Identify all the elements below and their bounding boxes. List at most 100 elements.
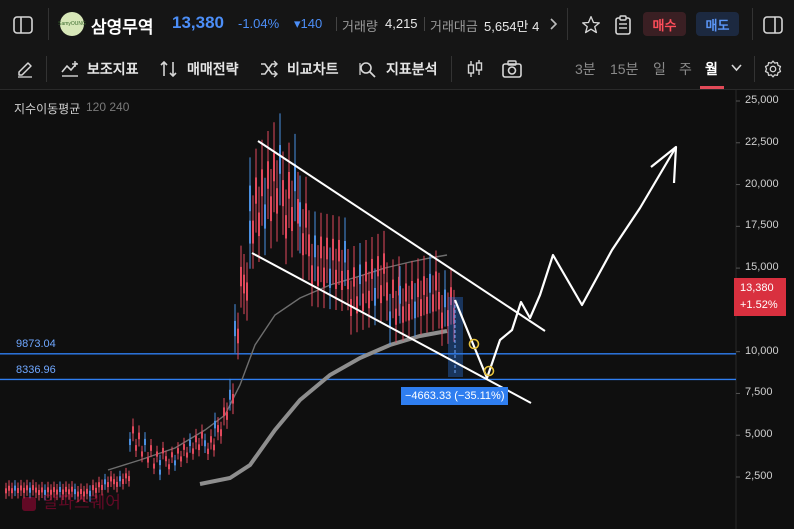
compare-icon[interactable] [257,57,281,81]
candle-body [297,198,299,224]
period-week[interactable]: 주 [679,59,692,79]
candle-body [329,268,331,288]
buy-button[interactable]: 매수 [643,12,686,36]
upper-trendline [257,140,546,332]
indicator-icon[interactable] [58,57,82,81]
analysis-button[interactable]: 지표분석 [386,59,438,79]
header-divider [48,8,49,40]
toolbar-divider [46,56,47,82]
candle-body [335,269,337,289]
candle-body [186,452,188,458]
candle-body [198,444,200,451]
period-3min[interactable]: 3분 [575,59,596,79]
amount-value: 5,654만 4 [484,19,540,34]
sidebar-toggle-icon[interactable] [10,12,36,38]
stock-name[interactable]: 삼영무역 [91,13,154,38]
candle-body [237,328,239,344]
price-axis-tick-label: 25,000 [745,94,779,106]
candle-body [183,444,185,450]
candle-body [252,220,254,244]
candle-body [314,235,316,258]
candle-body [165,456,167,462]
period-15min[interactable]: 15분 [610,59,638,79]
candle-body [207,448,209,455]
candle-body [380,285,382,304]
candle-body [162,447,164,454]
candle-body [189,440,191,447]
indicator-title[interactable]: 지수이동평균 [14,100,80,117]
candle-body [302,233,304,256]
star-icon[interactable] [578,12,604,38]
candle-body [405,283,407,302]
candle-body [249,185,251,212]
candle-body [214,420,216,429]
candle-body [255,177,257,204]
price-axis-tick-label: 7,500 [745,386,773,399]
watermark-text: 알파스퀘어 [42,493,121,512]
candle-body [128,476,130,482]
candle-body [98,482,100,488]
candle-body [444,289,446,308]
ema-120-line [107,254,448,471]
candle-body [273,153,275,182]
change-amount: ▾140 [294,16,323,31]
candle-body [156,451,158,457]
candle-body [110,476,112,482]
candle-body [144,438,146,446]
candle-body [423,276,425,295]
price-chart[interactable] [0,90,794,529]
candle-body [223,407,225,416]
candle-body [299,202,301,227]
hline-label-lower: 8336.96 [16,364,56,376]
period-month[interactable]: 월 [705,59,718,79]
candlestick-icon[interactable] [463,57,487,81]
candle-body [368,290,370,309]
chevron-down-icon[interactable] [727,59,745,77]
watermark-logo-icon [22,496,36,511]
candle-body [341,270,343,290]
candle-body [243,274,245,294]
chevron-right-icon[interactable] [546,14,562,34]
current-price-tag-pct: +1.52% [740,299,778,311]
settings-gear-icon[interactable] [760,57,786,81]
compare-button[interactable]: 비교차트 [287,59,339,79]
candle-body [217,425,219,433]
candle-body [332,238,334,261]
strategy-button[interactable]: 매매전략 [187,59,239,79]
current-price: 13,380 [172,13,224,32]
candle-body [5,488,7,494]
stock-logo: SamyOUNG [58,12,86,36]
period-day[interactable]: 일 [653,59,666,79]
strategy-icon[interactable] [157,57,181,81]
candle-body [323,267,325,287]
candle-body [192,448,194,454]
candle-body [429,273,431,293]
analysis-icon[interactable] [356,57,380,81]
panel-toggle-icon[interactable] [760,12,786,38]
candle-body [240,266,242,287]
amount-label: 거래대금 [430,19,478,34]
candle-body [264,204,266,229]
price-axis-tick-label: 10,000 [745,344,779,357]
lower-trendline [251,252,532,404]
candle-body [320,236,322,259]
camera-icon[interactable] [499,57,525,81]
candle-body [371,258,373,279]
candle-body [150,445,152,451]
pencil-icon[interactable] [12,57,38,81]
candle-body [159,460,161,466]
sell-button[interactable]: 매도 [696,12,739,36]
price-axis-tick-label: 15,000 [745,261,779,274]
candle-body [441,312,443,329]
candle-body [399,285,401,304]
candle-body [426,296,428,314]
candle-body [174,460,176,466]
candle-body [8,485,10,491]
candle-body [288,172,290,199]
candle-body [210,436,212,443]
candle-body [171,452,173,458]
candle-body [147,457,149,463]
memo-icon[interactable] [610,12,636,38]
indicator-button[interactable]: 보조지표 [87,59,139,79]
candle-body [282,180,284,207]
